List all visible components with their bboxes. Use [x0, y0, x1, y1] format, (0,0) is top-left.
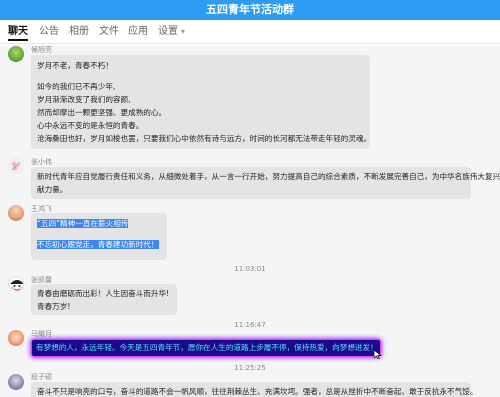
tab-announcements[interactable]: 公告: [39, 25, 59, 41]
sender-name: 张小伟: [31, 158, 52, 166]
tab-chat[interactable]: 聊天: [8, 25, 28, 41]
selected-text[interactable]: “五四”精神一直在薪火相传: [37, 219, 129, 228]
message-line: 心中永远不变的是永恒的青春。: [37, 121, 144, 130]
message-line: [37, 72, 364, 80]
message-line: 献力量。: [37, 185, 68, 194]
message-bubble[interactable]: 岁月不老，青春不朽！ 如今的我们已不再少年, 岁月渐渐改变了我们的容颜, 然而却…: [31, 55, 372, 149]
message-line: 青春由磨砺而出彩！人生因奋斗而升华!: [37, 289, 170, 298]
timestamp: 11:25:25: [234, 364, 266, 372]
message-line: 岁月不老，青春不朽！: [37, 61, 113, 70]
selected-text[interactable]: 不忘初心跟党走，青春建功新时代！: [37, 240, 159, 249]
tab-files[interactable]: 文件: [99, 25, 119, 41]
message-line: 沧海桑田也好，岁月如梭也罢，只要我们心中依然有诗与远方，时间的长河都无法带走年轻…: [37, 134, 372, 143]
highlighted-message-bubble[interactable]: 有梦想的人，永远年轻。今天是五四青年节，愿你在人生的道路上步履不停，保持热爱，向…: [31, 339, 381, 357]
tab-bar: 聊天 公告 相册 文件 应用 设置 ▾: [0, 20, 500, 44]
message-bubble[interactable]: 新时代青年应自觉履行责任和义务，从细微处着手，从一言一行开始，努力提高自己的综合…: [31, 167, 500, 199]
message-bubble[interactable]: 青春由磨砺而出彩！人生因奋斗而升华! 青春万岁!: [31, 284, 177, 315]
tab-album[interactable]: 相册: [69, 25, 89, 41]
message-line: [37, 230, 161, 238]
avatar[interactable]: [8, 276, 24, 292]
avatar[interactable]: [8, 205, 24, 221]
message-line: “五四”精神一直在薪火相传: [37, 217, 161, 230]
avatar[interactable]: [8, 158, 24, 174]
avatar[interactable]: [8, 330, 24, 346]
message-bubble[interactable]: 奋斗不只是响亮的口号，奋斗的道路不会一帆风顺，往往荆棘丛生、充满坎坷。强者，总是…: [31, 382, 478, 397]
message-line: 岁月渐渐改变了我们的容颜,: [37, 95, 131, 104]
timestamp: 11:03:01: [234, 265, 266, 273]
message-line: 奋斗不只是响亮的口号，奋斗的道路不会一帆风顺，往往荆棘丛生、充满坎坷。强者，总是…: [37, 387, 478, 396]
chevron-down-icon: ▾: [181, 27, 186, 36]
message-line: 不忘初心跟党走，青春建功新时代！: [37, 238, 161, 251]
message-line: 如今的我们已不再少年,: [37, 82, 116, 91]
tab-apps[interactable]: 应用: [128, 25, 148, 41]
tab-settings[interactable]: 设置 ▾: [158, 25, 185, 41]
mouse-cursor-icon: [374, 350, 382, 359]
flower-icon: [8, 158, 24, 174]
message-line: 青春万岁!: [37, 302, 71, 311]
avatar[interactable]: [8, 374, 24, 390]
sender-name: 段子硕: [31, 373, 52, 381]
sender-name: 马耀月: [31, 330, 52, 338]
message-line: 新时代青年应自觉履行责任和义务，从细微处着手，从一言一行开始，努力提高自己的综合…: [37, 172, 500, 181]
message-line: 然而却摩出一颗更坚强、更成熟的心。: [37, 108, 167, 117]
avatar[interactable]: [8, 46, 24, 62]
message-bubble[interactable]: “五四”精神一直在薪火相传 不忘初心跟党走，青春建功新时代！: [31, 213, 167, 260]
window-title: 五四青年节活动群: [0, 0, 500, 20]
sender-name: 候旭亮: [31, 46, 52, 54]
timestamp: 11:16:47: [234, 321, 266, 329]
tab-settings-label: 设置: [158, 26, 178, 37]
